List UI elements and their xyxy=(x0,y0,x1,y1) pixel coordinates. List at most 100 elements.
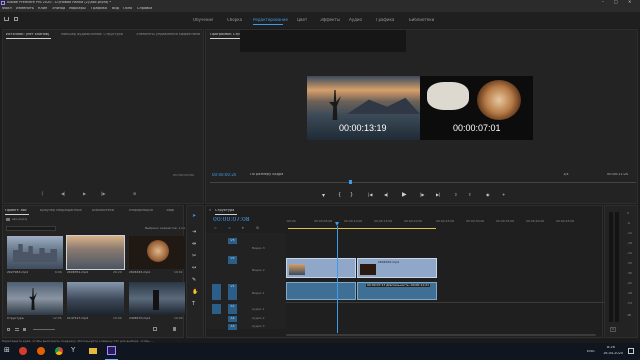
home-icon[interactable] xyxy=(4,17,9,21)
project-search-input[interactable] xyxy=(6,226,56,231)
slip-tool-icon[interactable]: ↔ xyxy=(192,266,196,271)
add-button-icon[interactable]: + xyxy=(502,193,505,197)
export-icon[interactable] xyxy=(14,17,18,21)
mark-in-icon[interactable]: { xyxy=(41,192,44,196)
workspace-tab-audio[interactable]: Аудио xyxy=(349,18,362,22)
zoom-select[interactable]: 1/4 xyxy=(563,173,569,177)
timeline-tab[interactable]: Структура xyxy=(215,209,234,213)
thumbnail-zoom-slider[interactable] xyxy=(33,329,55,330)
project-item-thumb-5[interactable] xyxy=(67,282,124,315)
info-tab[interactable]: Информация xyxy=(129,209,153,213)
project-item-thumb-4[interactable] xyxy=(7,282,63,315)
program-timecode-left[interactable]: 00:00:00:20 xyxy=(212,173,236,177)
program-scrub-bar[interactable] xyxy=(210,182,636,183)
type-tool-icon[interactable]: T xyxy=(192,302,195,307)
wrench-icon[interactable]: ⚙ xyxy=(256,226,259,230)
workspace-tab-learning[interactable]: Обучение xyxy=(193,18,213,22)
clip-v1-1[interactable] xyxy=(286,258,356,278)
notifications-icon[interactable] xyxy=(628,348,634,354)
minimize-icon[interactable]: – xyxy=(602,0,604,4)
menu-graphics[interactable]: Графика xyxy=(91,7,107,11)
step-forward-icon[interactable]: |▶ xyxy=(101,192,105,196)
selection-tool-icon[interactable]: ➤ xyxy=(192,214,196,219)
hand-tool-icon[interactable]: ✋ xyxy=(192,290,198,295)
extract-icon[interactable]: ⇪ xyxy=(468,193,471,197)
track-target-v3[interactable]: V3 xyxy=(228,238,237,244)
track-target-a1[interactable]: A1 xyxy=(228,304,237,314)
app-y-icon[interactable]: Y xyxy=(71,347,75,354)
solo-button[interactable]: S xyxy=(610,327,616,332)
razor-tool-icon[interactable]: ✂ xyxy=(192,254,196,259)
project-item-thumb-3[interactable] xyxy=(129,236,185,269)
maximize-icon[interactable]: □ xyxy=(614,0,618,4)
project-item-thumb-6[interactable] xyxy=(129,282,185,315)
menu-clip[interactable]: Клип xyxy=(38,7,47,11)
track-target-v2[interactable]: V2 xyxy=(228,256,237,264)
track-source-v1[interactable] xyxy=(212,284,221,300)
new-item-icon[interactable] xyxy=(153,327,157,331)
step-back-icon[interactable]: ◀| xyxy=(61,192,65,196)
source-tab[interactable]: Источник: (нет клипов) xyxy=(6,33,49,37)
menu-file[interactable]: Файл xyxy=(2,7,12,11)
menu-window[interactable]: Окно xyxy=(123,7,132,11)
step-back-icon[interactable]: ◀| xyxy=(384,193,388,197)
media-browser-tab[interactable]: Браузер медиаданных xyxy=(40,209,82,213)
premiere-taskbar-icon[interactable] xyxy=(107,346,116,355)
track-target-v1[interactable]: V1 xyxy=(228,284,237,300)
clip-v1-2[interactable]: 2606345.mp4 xyxy=(357,258,437,278)
workspace-tab-graphics[interactable]: Графика xyxy=(376,18,394,22)
effect-controls-tab[interactable]: Элементы управления эффектами xyxy=(136,33,200,37)
trash-icon[interactable] xyxy=(173,327,176,331)
go-to-in-icon[interactable]: |◀ xyxy=(368,193,372,197)
lock-icon[interactable] xyxy=(7,328,10,331)
project-item-thumb-1[interactable] xyxy=(7,236,63,269)
track-source-a1[interactable] xyxy=(212,304,221,314)
track-select-tool-icon[interactable]: ⇥ xyxy=(192,230,196,235)
add-marker-icon[interactable]: ▾ xyxy=(242,226,244,230)
insert-icon[interactable]: ⊞ xyxy=(133,192,136,196)
libraries-tab[interactable]: Библиотеки xyxy=(92,209,114,213)
export-frame-icon[interactable]: ◉ xyxy=(486,193,490,197)
project-tab[interactable]: Проект: abc xyxy=(5,209,27,213)
track-target-a3[interactable]: A3 xyxy=(228,324,237,330)
firefox-icon[interactable] xyxy=(37,347,45,355)
menu-markers[interactable]: Маркеры xyxy=(69,7,86,11)
yandex-browser-icon[interactable] xyxy=(19,347,27,355)
mark-out-icon[interactable]: } xyxy=(350,193,353,198)
tray-date[interactable]: 16.04.2020 xyxy=(603,352,623,356)
workspace-tab-color[interactable]: Цвет xyxy=(297,18,307,22)
start-icon[interactable]: ⊞ xyxy=(4,347,10,354)
project-item-thumb-2[interactable] xyxy=(66,235,125,270)
go-to-out-icon[interactable]: ▶| xyxy=(436,193,440,197)
close-icon[interactable]: ✕ xyxy=(628,0,631,4)
close-tab-icon[interactable]: ✕ xyxy=(209,208,212,212)
workspace-tab-libraries[interactable]: Библиотеки xyxy=(409,18,434,22)
fit-dropdown[interactable]: По размеру кадра xyxy=(250,173,283,177)
lift-icon[interactable]: ⇧ xyxy=(454,193,457,197)
audio-mixer-tab[interactable]: Микшер аудиоклипов: Структура xyxy=(61,33,123,37)
snap-icon[interactable]: ⊂ xyxy=(214,226,217,230)
tray-time[interactable]: 8:26 xyxy=(607,346,615,350)
workspace-tab-effects[interactable]: Эффекты xyxy=(320,18,340,22)
workspace-tab-assembly[interactable]: Сборка xyxy=(227,18,242,22)
effects-tab[interactable]: Эфф xyxy=(166,209,174,213)
pen-tool-icon[interactable]: ✎ xyxy=(192,278,196,283)
play-icon[interactable]: ▶ xyxy=(402,192,407,198)
chrome-icon[interactable] xyxy=(55,347,63,355)
clip-a1-1[interactable] xyxy=(286,282,356,300)
program-playhead[interactable] xyxy=(349,180,352,184)
mark-in-icon[interactable]: { xyxy=(338,193,341,198)
icon-view-icon[interactable] xyxy=(23,328,26,331)
menu-help[interactable]: Справка xyxy=(137,7,152,11)
menu-view[interactable]: Вид xyxy=(112,7,119,11)
menu-sequence[interactable]: Эпизод xyxy=(52,7,65,11)
ripple-edit-tool-icon[interactable]: ⇹ xyxy=(192,242,196,247)
track-target-a2[interactable]: A2 xyxy=(228,316,237,322)
file-explorer-icon[interactable] xyxy=(89,348,97,354)
linked-selection-icon[interactable]: ∞ xyxy=(228,226,231,230)
tray-lang[interactable]: ENG xyxy=(587,350,595,354)
work-area-bar[interactable] xyxy=(288,228,436,229)
add-marker-icon[interactable]: ▾ xyxy=(322,193,325,199)
workspace-tab-editing[interactable]: Редактирование xyxy=(253,18,288,22)
list-view-icon[interactable] xyxy=(15,328,19,331)
